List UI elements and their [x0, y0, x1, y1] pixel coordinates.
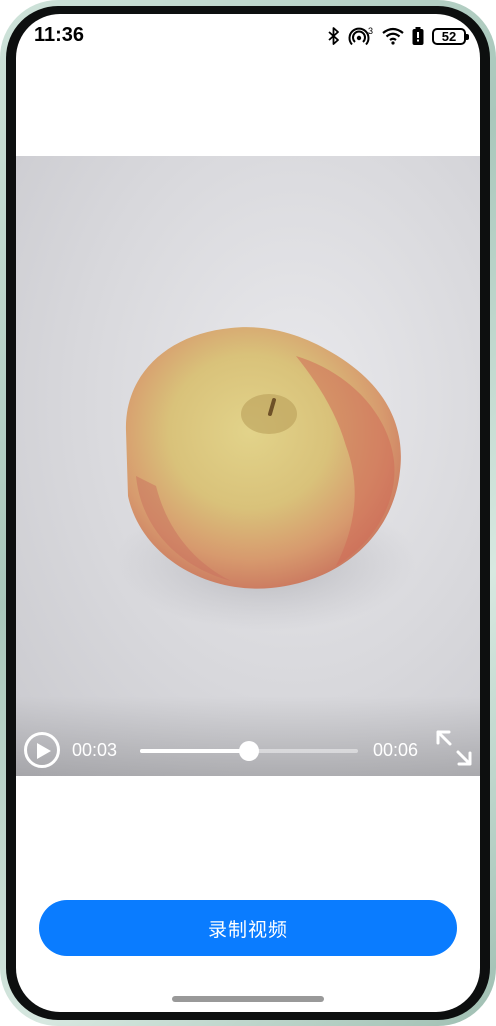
play-icon: [37, 743, 51, 759]
fullscreen-button[interactable]: [434, 728, 474, 768]
progress-fill: [140, 749, 249, 753]
progress-thumb[interactable]: [239, 741, 259, 761]
fullscreen-icon: [436, 730, 472, 766]
play-button[interactable]: [24, 732, 60, 768]
hotspot-icon: 3: [348, 26, 374, 46]
bluetooth-icon: [328, 27, 340, 45]
battery-level: 52: [441, 28, 457, 44]
status-bar: 11:36 3 52: [16, 14, 480, 56]
battery-alert-icon: [412, 27, 424, 45]
video-controls: 00:03 00:06: [16, 728, 480, 776]
battery-icon: 52: [432, 27, 469, 45]
video-frame-apple: [16, 327, 480, 776]
current-time: 00:03: [72, 740, 118, 760]
wifi-icon: [382, 27, 404, 45]
progress-slider[interactable]: [140, 741, 358, 761]
total-time: 00:06: [373, 740, 419, 760]
status-icons: 3 52: [328, 25, 469, 47]
status-time: 11:36: [34, 24, 85, 46]
record-video-button[interactable]: 录制视频: [39, 900, 457, 956]
video-player[interactable]: 00:03 00:06: [16, 156, 480, 776]
screen: 11:36 3 52 00:03 00:06 录制视频: [16, 14, 480, 1012]
hotspot-badge: 3: [368, 26, 373, 36]
home-indicator[interactable]: [172, 996, 324, 1002]
